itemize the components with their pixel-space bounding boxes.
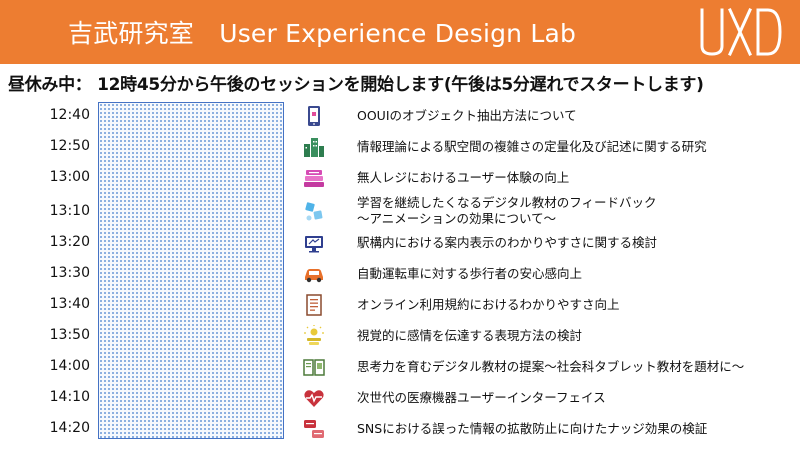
schedule-time: 14:10 [49,389,90,405]
schedule-area: 12:40 OOUIのオブジェクト抽出方法について 12:50 情報理論による駅… [0,100,800,445]
schedule-row: 14:20 SNSにおける誤った情報の拡散防止に向けたナッジ効果の検証 [0,415,800,444]
lunch-break-notice: 昼休み中： 12時45分から午後のセッションを開始します(午後は5分遅れでスター… [8,75,704,95]
slide-page: 吉武研究室 User Experience Design Lab 昼休み中： 1… [0,0,800,450]
schedule-row: 13:20 駅構内における案内表示のわかりやすさに関する検討 [0,229,800,258]
header-title: 吉武研究室 User Experience Design Lab [68,19,577,48]
uxd-logo-icon [700,8,782,56]
schedule-title: 自動運転車に対する歩行者の安心感向上 [357,266,583,281]
book-icon [303,359,325,376]
schedule-time: 14:20 [49,420,90,436]
schedule-time: 12:50 [49,138,90,154]
emotion-expression-icon [304,325,324,345]
schedule-row: 13:40 オンライン利用規約におけるわかりやすさ向上 [0,291,800,320]
tablet-icon [308,106,320,126]
schedule-time: 13:50 [49,327,90,343]
cash-register-icon [304,170,324,187]
learning-feedback-icon [305,202,323,221]
schedule-title: 視覚的に感情を伝達する表現方法の検討 [357,328,583,343]
schedule-row: 13:50 視覚的に感情を伝達する表現方法の検討 [0,322,800,351]
sns-chat-icon [304,420,324,438]
schedule-title: オンライン利用規約におけるわかりやすさ向上 [357,297,620,312]
schedule-row: 13:10 学習を継続したくなるデジタル教材のフィードバック ～アニメーションの… [0,195,800,227]
schedule-title: OOUIのオブジェクト抽出方法について [357,108,577,123]
schedule-row: 12:50 情報理論による駅空間の複雑さの定量化及び記述に関する研究 [0,133,800,162]
station-display-icon [305,236,323,253]
schedule-title: 次世代の医療機器ユーザーインターフェイス [357,390,606,405]
header-bar: 吉武研究室 User Experience Design Lab [0,0,800,64]
city-buildings-icon [304,138,324,157]
schedule-row: 13:30 自動運転車に対する歩行者の安心感向上 [0,260,800,289]
schedule-title: 情報理論による駅空間の複雑さの定量化及び記述に関する研究 [357,139,707,154]
schedule-time: 13:00 [49,169,90,185]
schedule-title: 駅構内における案内表示のわかりやすさに関する検討 [357,235,658,250]
schedule-title: 無人レジにおけるユーザー体験の向上 [357,170,570,185]
schedule-time: 13:30 [49,265,90,281]
schedule-time: 14:00 [49,358,90,374]
schedule-time: 13:10 [49,203,90,219]
heart-pulse-icon [304,390,324,407]
schedule-title: 学習を継続したくなるデジタル教材のフィードバック ～アニメーションの効果について… [357,195,657,227]
schedule-subtitle: ～アニメーションの効果について～ [357,211,557,226]
schedule-time: 12:40 [49,107,90,123]
car-icon [305,269,323,283]
document-icon [306,294,322,316]
schedule-row: 14:00 思考力を育むデジタル教材の提案～社会科タブレット教材を題材に～ [0,353,800,382]
schedule-title: SNSにおける誤った情報の拡散防止に向けたナッジ効果の検証 [357,421,708,436]
schedule-title-main: 学習を継続したくなるデジタル教材のフィードバック [357,195,657,210]
schedule-title: 思考力を育むデジタル教材の提案～社会科タブレット教材を題材に～ [357,359,745,374]
schedule-row: 12:40 OOUIのオブジェクト抽出方法について [0,102,800,131]
schedule-row: 13:00 無人レジにおけるユーザー体験の向上 [0,164,800,193]
schedule-time: 13:40 [49,296,90,312]
schedule-time: 13:20 [49,234,90,250]
schedule-row: 14:10 次世代の医療機器ユーザーインターフェイス [0,384,800,413]
